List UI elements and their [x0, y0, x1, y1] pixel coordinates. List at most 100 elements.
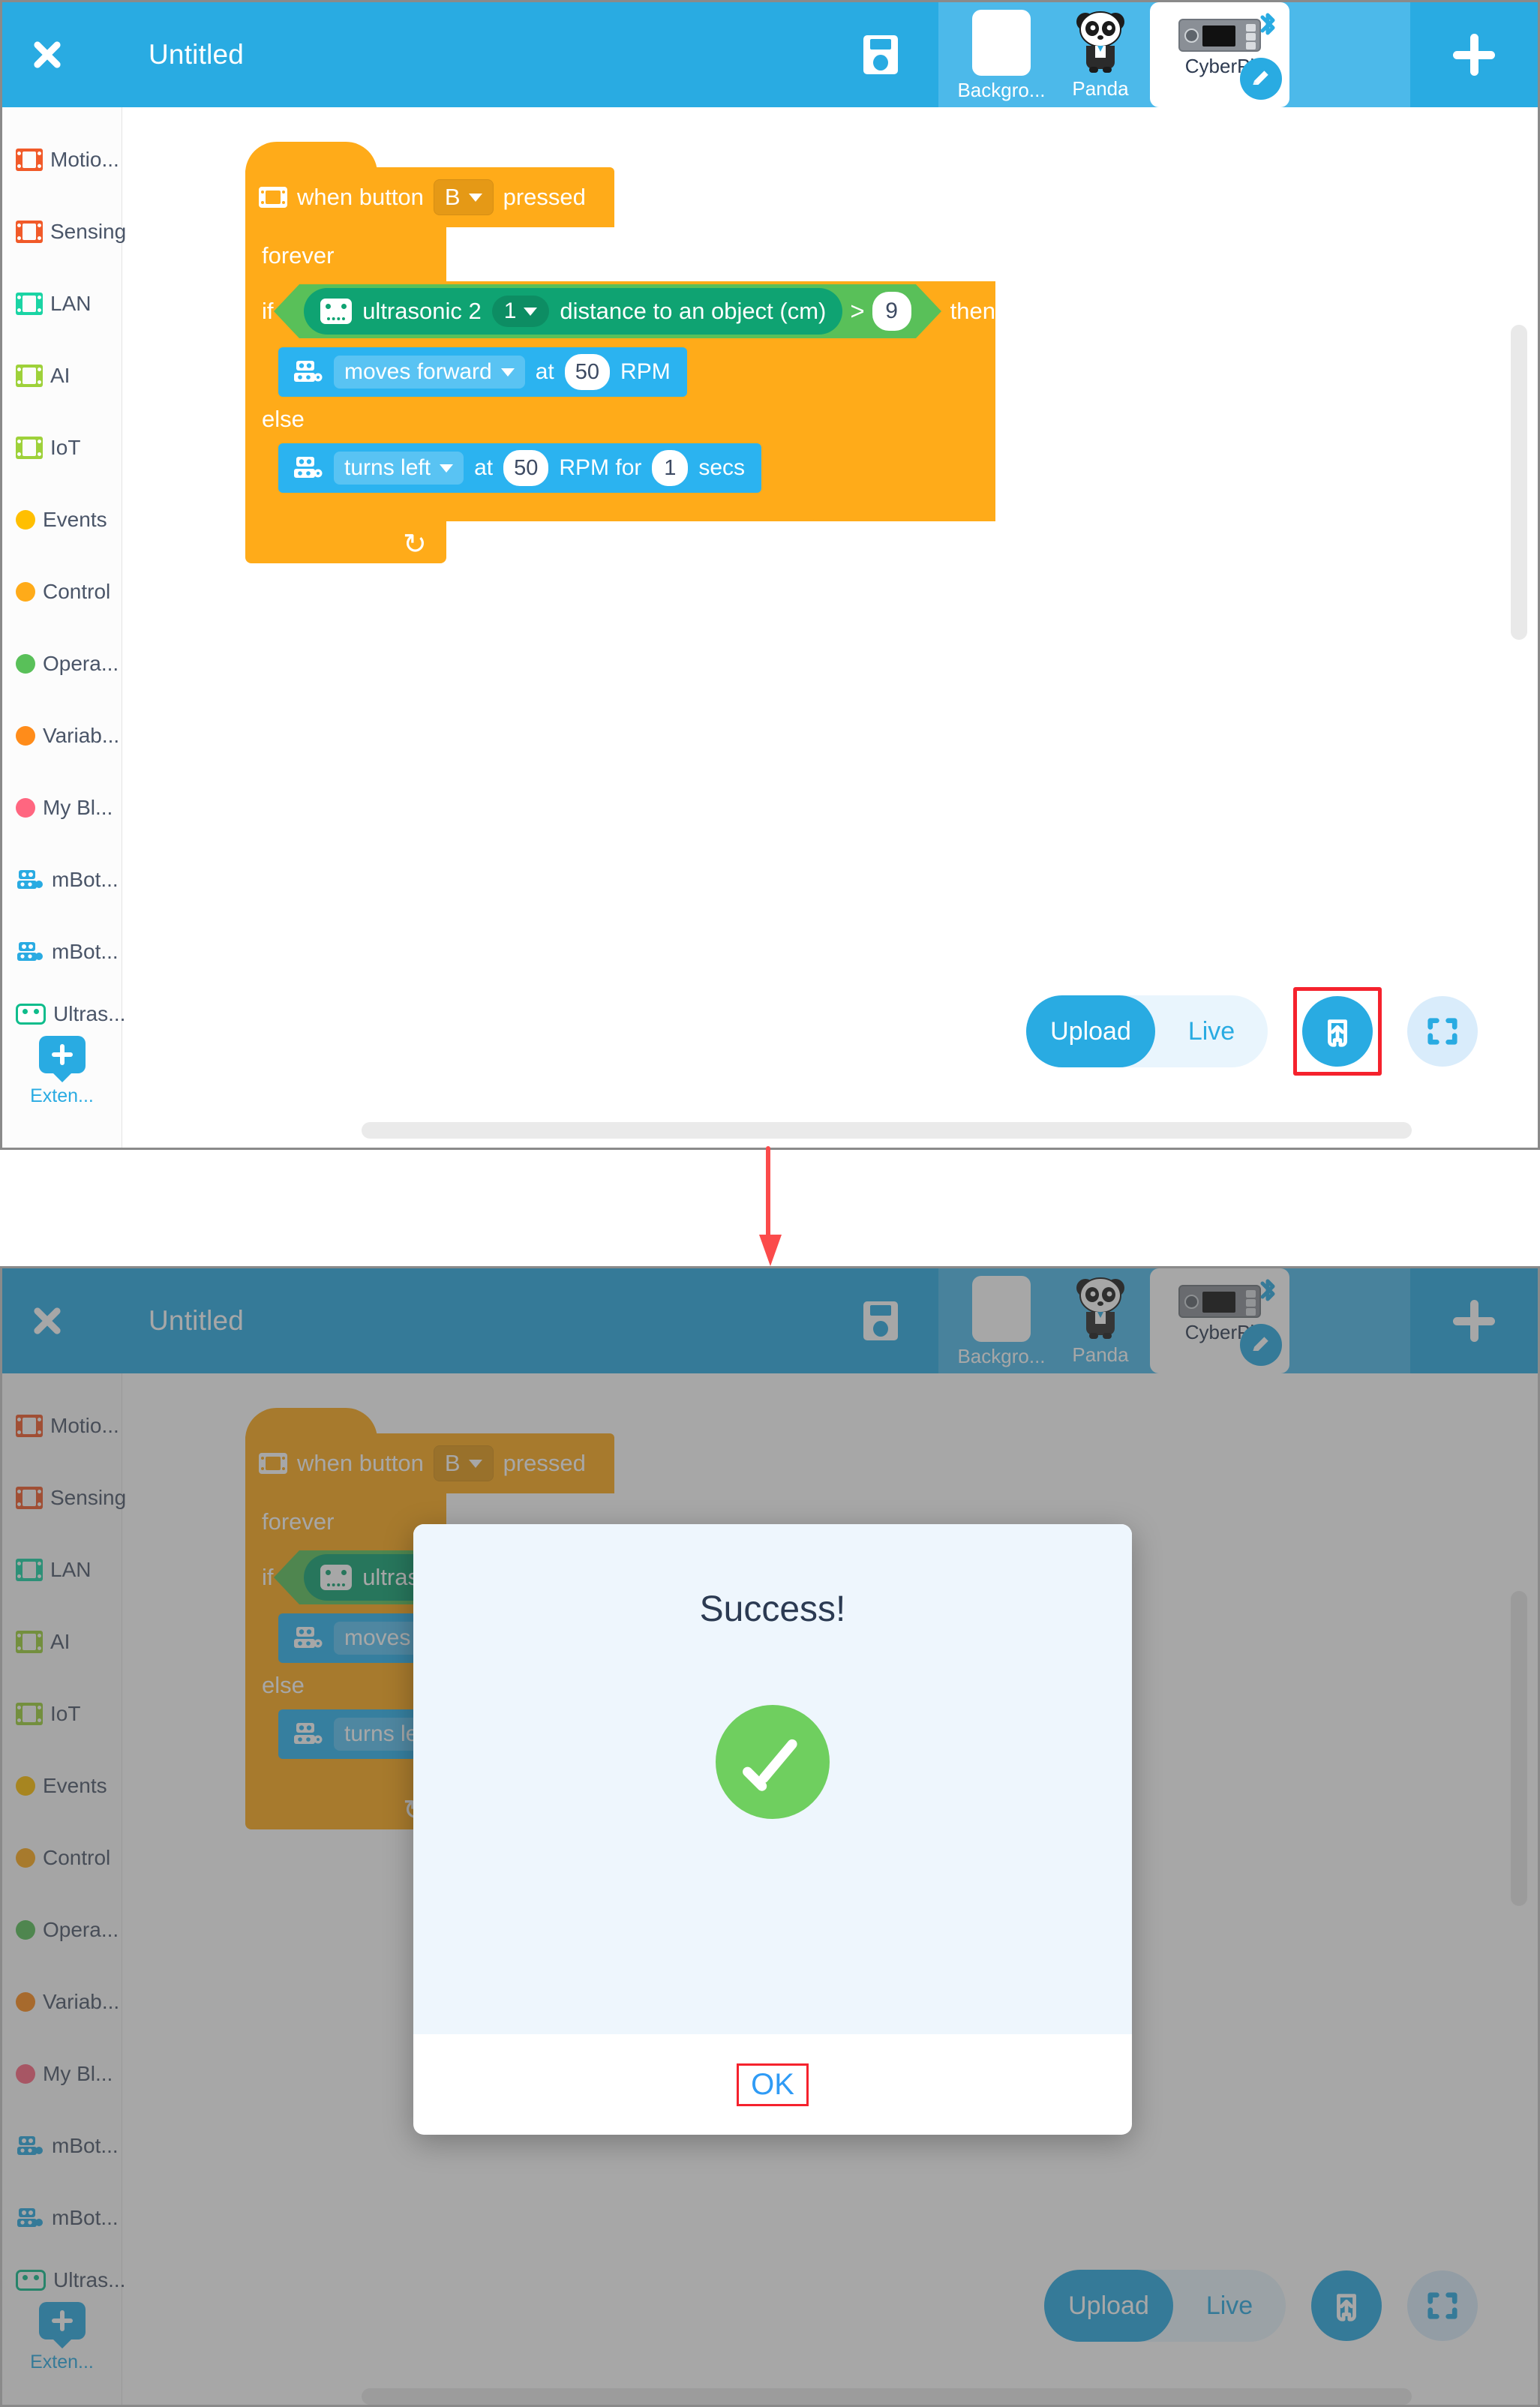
mblock-window-before: Untitled Backgro... Panda CyberPi Motio.… [0, 0, 1540, 1150]
dot-icon [16, 798, 35, 818]
header-left-section: Untitled [2, 2, 938, 107]
green-check-circle-icon [716, 1705, 830, 1819]
port-dropdown[interactable]: 1 [491, 296, 550, 327]
block-when-button-pressed[interactable]: when button B pressed [245, 142, 614, 227]
at-label: at [474, 455, 494, 480]
duration-input[interactable]: 1 [652, 450, 689, 486]
sprite-tab-panda[interactable]: Panda [1051, 2, 1150, 107]
dot-icon [16, 726, 35, 746]
mode-toggle[interactable]: Upload Live [1026, 995, 1268, 1067]
forever-loop-foot: ↺ [245, 521, 446, 563]
dot-icon [16, 654, 35, 674]
block-canvas[interactable]: when button B pressed forever if ultraso… [123, 107, 1538, 1148]
motion-dropdown[interactable]: moves forward [334, 356, 525, 389]
else-label: else [262, 406, 305, 432]
add-extension-button[interactable]: Exten... [2, 1036, 122, 1107]
sidebar-item-operators[interactable]: Opera... [2, 628, 122, 700]
sprite-label: Backgro... [957, 79, 1046, 101]
ok-button[interactable]: OK [751, 2068, 794, 2101]
secs-label: secs [698, 455, 746, 480]
sidebar-item-label: LAN [50, 292, 92, 315]
button-dropdown[interactable]: B [433, 179, 494, 215]
sensor-name: ultrasonic 2 [362, 298, 482, 324]
sidebar-item-label: AI [50, 364, 71, 387]
chip-icon [16, 293, 43, 315]
cyberpi-mini-icon [259, 187, 287, 208]
mbot-motor-icon [292, 359, 323, 385]
chevron-down-icon [500, 368, 515, 377]
category-sidebar: Motio... Sensing LAN AI IoT Events Contr… [2, 107, 126, 1148]
sidebar-item-mbot-1[interactable]: mBot... [2, 844, 122, 916]
rpm-label: RPM [620, 359, 671, 384]
port-value: 1 [503, 299, 517, 323]
measure-label: distance to an object (cm) [560, 298, 827, 324]
horizontal-scrollbar[interactable] [362, 1122, 1412, 1139]
block-if-else[interactable]: if ultrasonic 2 1 [245, 281, 995, 521]
mode-live-button[interactable]: Live [1155, 1017, 1268, 1046]
motion-value: moves forward [344, 359, 492, 384]
sidebar-item-motion[interactable]: Motio... [2, 124, 122, 196]
loop-arrow-icon: ↺ [403, 529, 427, 560]
forever-label: forever [262, 242, 335, 269]
dialog-title: Success! [699, 1589, 846, 1629]
add-sprite-button[interactable] [1410, 2, 1538, 107]
sidebar-item-label: Sensing [50, 220, 127, 243]
bluetooth-icon [1255, 10, 1280, 40]
mode-upload-button[interactable]: Upload [1026, 995, 1155, 1067]
sidebar-item-label: Control [43, 580, 111, 603]
vertical-scrollbar[interactable] [1511, 325, 1527, 640]
red-down-arrow [759, 1146, 782, 1266]
chevron-down-icon [524, 307, 538, 316]
block-moves-forward[interactable]: moves forward at 50 RPM [278, 347, 687, 397]
chevron-down-icon [468, 193, 482, 202]
mbot-icon [16, 869, 44, 891]
sidebar-item-control[interactable]: Control [2, 556, 122, 628]
dot-icon [16, 510, 35, 530]
close-button[interactable] [2, 38, 92, 72]
block-forever[interactable]: forever [245, 227, 446, 281]
chevron-down-icon [440, 464, 454, 473]
sidebar-item-label: mBot... [52, 868, 119, 891]
sprite-tab-strip: Backgro... Panda CyberPi [938, 2, 1410, 107]
save-button[interactable] [863, 35, 898, 74]
fullscreen-button[interactable] [1407, 996, 1478, 1067]
sidebar-item-mbot-2[interactable]: mBot... [2, 916, 122, 988]
screenshot-stage: Untitled Backgro... Panda CyberPi Motio.… [0, 0, 1540, 2407]
dot-icon [16, 582, 35, 602]
sidebar-item-ultrasonic[interactable]: Ultras... [2, 988, 126, 1040]
sidebar-item-iot[interactable]: IoT [2, 412, 122, 484]
chip-icon [16, 149, 43, 171]
sidebar-item-label: Variab... [43, 724, 120, 747]
sidebar-item-lan[interactable]: LAN [2, 268, 122, 340]
sidebar-item-label: Ultras... [53, 1002, 126, 1025]
upload-button-highlight [1293, 987, 1382, 1076]
block-ultrasonic-distance[interactable]: ultrasonic 2 1 distance to an object (cm… [304, 288, 843, 335]
block-greater-than[interactable]: ultrasonic 2 1 distance to an object (cm… [274, 284, 942, 338]
speed-input[interactable]: 50 [564, 354, 611, 390]
ultrasonic-icon [16, 1004, 46, 1025]
dialog-body: Success! [413, 1524, 1132, 2034]
block-turns-left[interactable]: turns left at 50 RPM for 1 secs [278, 443, 762, 493]
sidebar-item-events[interactable]: Events [2, 484, 122, 556]
plus-icon [1453, 34, 1495, 76]
sprite-tab-backdrop[interactable]: Backgro... [952, 2, 1051, 107]
motion-dropdown[interactable]: turns left [334, 452, 464, 485]
chip-icon [16, 221, 43, 243]
block-label: pressed [503, 184, 586, 210]
chip-icon [16, 365, 43, 387]
pencil-edit-icon[interactable] [1240, 58, 1282, 100]
upload-to-device-button[interactable] [1302, 996, 1373, 1067]
device-tab-cyberpi[interactable]: CyberPi [1150, 2, 1289, 107]
project-title[interactable]: Untitled [149, 39, 244, 71]
ok-button-highlight: OK [737, 2063, 809, 2106]
dropdown-value: B [444, 184, 461, 210]
speed-input[interactable]: 50 [503, 450, 549, 486]
sidebar-item-ai[interactable]: AI [2, 340, 122, 412]
sidebar-item-variables[interactable]: Variab... [2, 700, 122, 772]
sidebar-item-my-blocks[interactable]: My Bl... [2, 772, 122, 844]
threshold-input[interactable]: 9 [872, 292, 911, 331]
sidebar-item-label: IoT [50, 436, 81, 459]
sidebar-item-sensing[interactable]: Sensing [2, 196, 126, 268]
script-stack[interactable]: when button B pressed forever if ultraso… [245, 142, 995, 563]
sidebar-item-label: Opera... [43, 652, 119, 675]
